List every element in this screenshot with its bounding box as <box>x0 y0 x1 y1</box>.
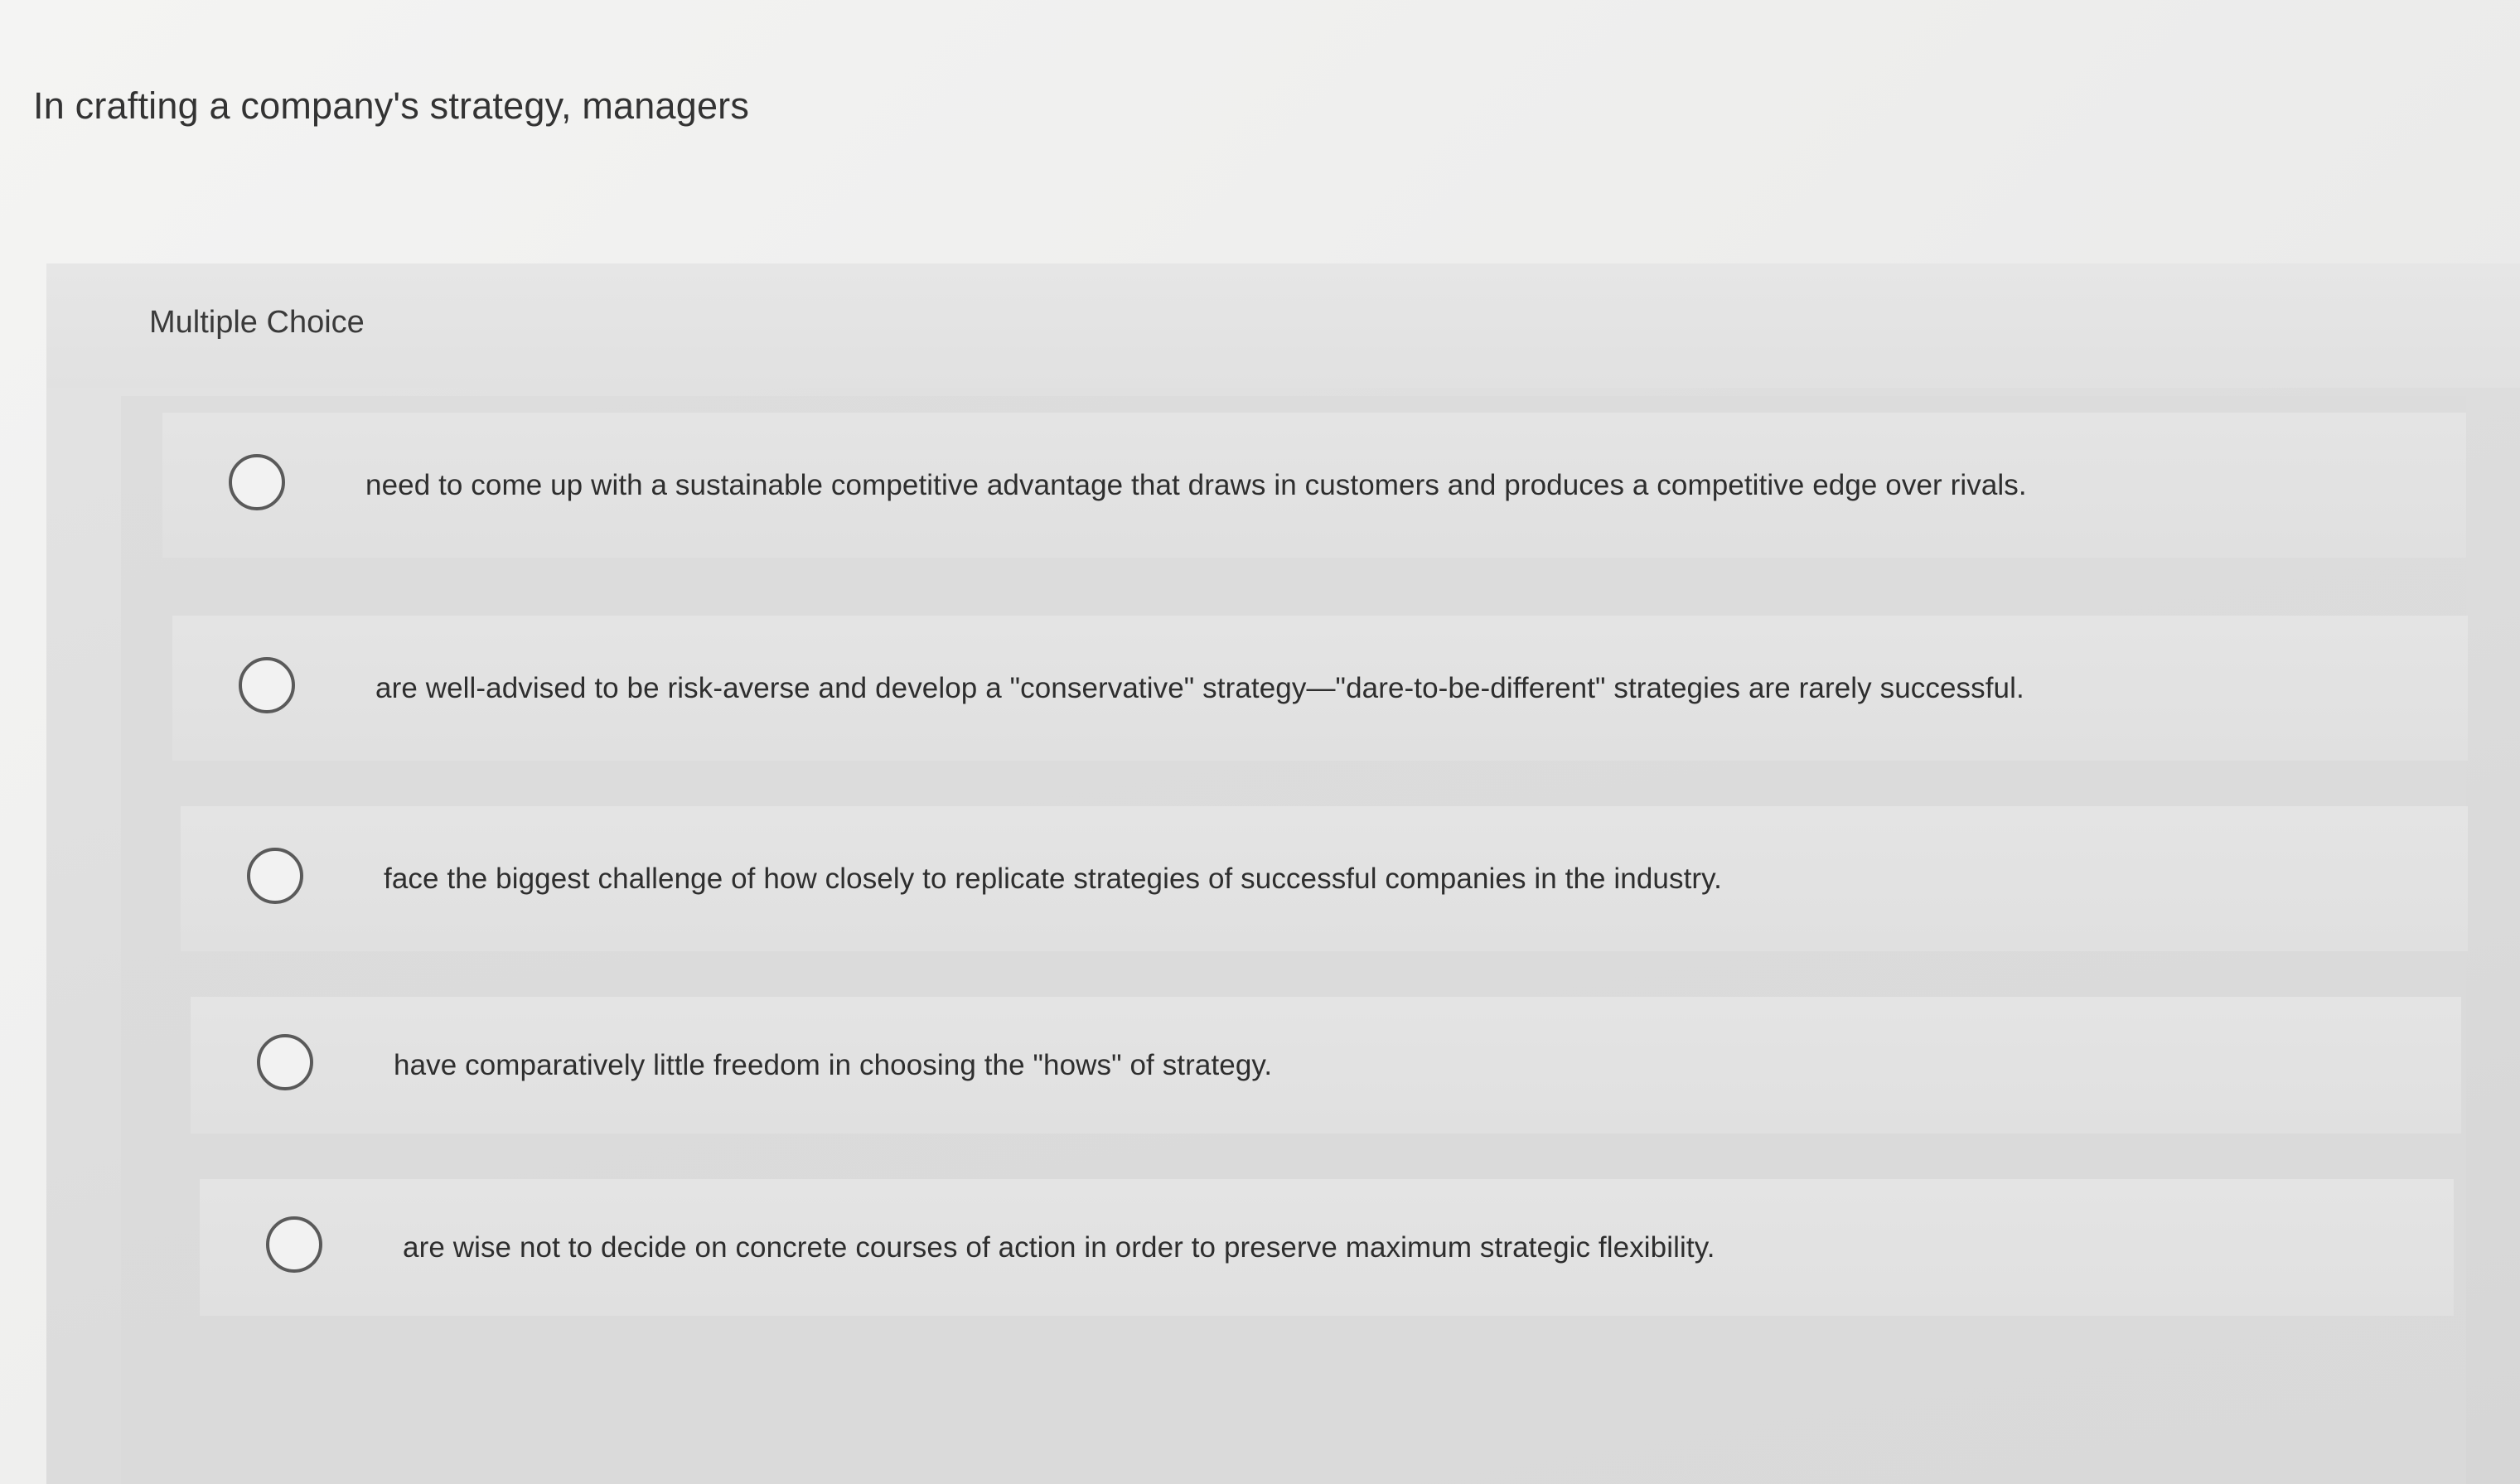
question-type-label: Multiple Choice <box>149 305 365 340</box>
radio-unchecked-icon[interactable] <box>229 453 285 510</box>
radio-unchecked-icon[interactable] <box>239 656 295 713</box>
answer-option-label: face the biggest challenge of how closel… <box>384 862 1722 895</box>
answer-option-3[interactable]: face the biggest challenge of how closel… <box>181 806 2468 951</box>
radio-unchecked-icon[interactable] <box>266 1216 322 1273</box>
question-stem: In crafting a company's strategy, manage… <box>33 85 750 127</box>
card-header: Multiple Choice <box>46 263 2520 388</box>
answer-options: need to come up with a sustainable compe… <box>121 396 2468 1484</box>
answer-option-label: need to come up with a sustainable compe… <box>365 468 2027 501</box>
answer-option-4[interactable]: have comparatively little freedom in cho… <box>191 997 2461 1134</box>
answer-option-label: have comparatively little freedom in cho… <box>394 1048 1273 1081</box>
question-card: Multiple Choice need to come up with a s… <box>46 263 2520 1484</box>
answer-option-5[interactable]: are wise not to decide on concrete cours… <box>200 1179 2454 1316</box>
radio-unchecked-icon[interactable] <box>247 847 303 904</box>
answer-option-2[interactable]: are well-advised to be risk-averse and d… <box>172 616 2468 761</box>
answer-option-label: are well-advised to be risk-averse and d… <box>375 671 2024 704</box>
radio-unchecked-icon[interactable] <box>257 1033 313 1090</box>
answer-option-label: are wise not to decide on concrete cours… <box>403 1230 1715 1264</box>
answer-option-1[interactable]: need to come up with a sustainable compe… <box>162 413 2466 558</box>
